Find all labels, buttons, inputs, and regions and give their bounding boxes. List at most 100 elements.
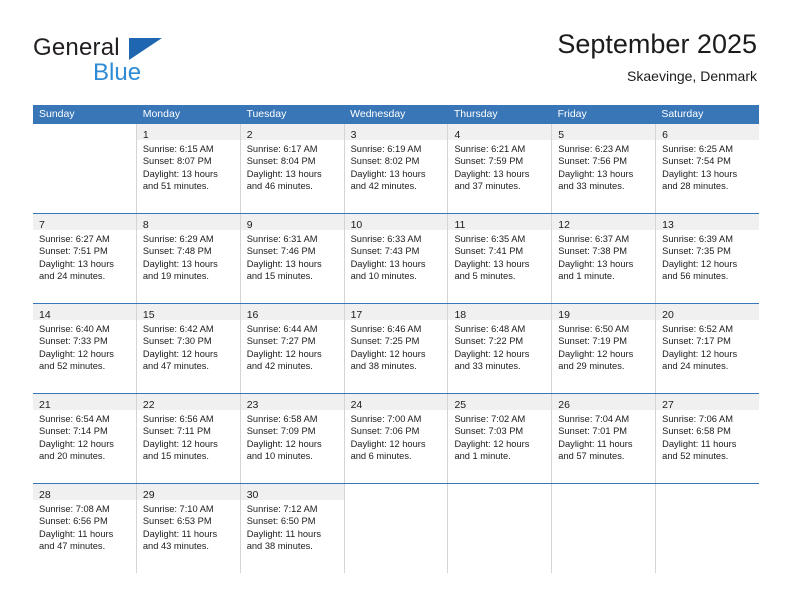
calendar-day-cell[interactable]: 13 Sunrise: 6:39 AM Sunset: 7:35 PM Dayligh…	[656, 214, 760, 303]
daylight-text-line2: and 28 minutes.	[662, 181, 729, 192]
daylight-text-line1: Daylight: 13 hours	[558, 168, 634, 179]
daylight-text-line1: Daylight: 12 hours	[662, 348, 738, 359]
day-number: 17	[350, 309, 363, 321]
daylight-text-line1: Daylight: 12 hours	[454, 348, 530, 359]
sunset-text: Sunset: 8:04 PM	[246, 156, 316, 167]
page-subtitle: Skaevinge, Denmark	[627, 68, 757, 84]
calendar-day-cell[interactable]: 21 Sunrise: 6:54 AM Sunset: 7:14 PM Dayligh…	[33, 394, 137, 483]
daylight-text-line1: Daylight: 12 hours	[350, 348, 426, 359]
weekday-header-saturday: Saturday	[661, 108, 704, 120]
calendar-day-cell[interactable]: 16 Sunrise: 6:44 AM Sunset: 7:27 PM Dayligh…	[240, 304, 345, 393]
calendar-day-cell[interactable]: 23 Sunrise: 6:58 AM Sunset: 7:09 PM Dayligh…	[240, 394, 345, 483]
page-title: September 2025	[557, 29, 757, 59]
day-info: Sunrise: 6:58 AM Sunset: 7:09 PM Daylight:…	[241, 410, 344, 463]
sunrise-text: Sunrise: 6:50 AM	[558, 324, 630, 334]
calendar-day-cell[interactable]: 18 Sunrise: 6:48 AM Sunset: 7:22 PM Dayligh…	[448, 304, 553, 393]
day-number: 18	[454, 309, 467, 321]
day-info: Sunrise: 6:33 AM Sunset: 7:43 PM Daylight:…	[345, 230, 448, 283]
calendar-day-cell[interactable]: 15 Sunrise: 6:42 AM Sunset: 7:30 PM Dayligh…	[136, 304, 241, 393]
calendar-day-cell[interactable]: 25 Sunrise: 7:02 AM Sunset: 7:03 PM Dayligh…	[448, 394, 553, 483]
daylight-text-line1: Daylight: 11 hours	[558, 438, 633, 449]
sunset-text: Sunset: 7:25 PM	[350, 336, 420, 347]
day-info	[656, 500, 759, 503]
calendar-day-cell[interactable]: 4 Sunrise: 6:21 AM Sunset: 7:59 PM Daylight…	[448, 124, 553, 213]
day-info	[552, 500, 655, 503]
calendar-day-cell[interactable]: 5 Sunrise: 6:23 AM Sunset: 7:56 PM Daylight…	[552, 124, 657, 213]
daylight-text-line1: Daylight: 13 hours	[662, 168, 738, 179]
day-number-band: 1	[136, 124, 240, 141]
day-info	[448, 500, 551, 503]
calendar-day-cell[interactable]: 12 Sunrise: 6:37 AM Sunset: 7:38 PM Dayligh…	[552, 214, 657, 303]
daylight-text-line1: Daylight: 12 hours	[454, 438, 530, 449]
calendar-day-cell[interactable]: 9 Sunrise: 6:31 AM Sunset: 7:46 PM Daylight…	[240, 214, 345, 303]
day-number: 9	[246, 219, 253, 231]
daylight-text-line1: Daylight: 12 hours	[246, 438, 322, 449]
day-number: 2	[246, 129, 253, 141]
weekday-header-thursday: Thursday	[453, 108, 498, 120]
day-info: Sunrise: 6:19 AM Sunset: 8:02 PM Daylight:…	[345, 140, 448, 193]
daylight-text-line1: Daylight: 13 hours	[350, 258, 426, 269]
day-number: 19	[558, 309, 570, 321]
day-number: 20	[662, 309, 674, 321]
calendar-day-cell[interactable]: 17 Sunrise: 6:46 AM Sunset: 7:25 PM Dayligh…	[344, 304, 449, 393]
weekday-header-friday: Friday	[557, 108, 587, 120]
calendar-day-cell[interactable]: 2 Sunrise: 6:17 AM Sunset: 8:04 PM Daylight…	[240, 124, 345, 213]
calendar-day-cell[interactable]: 27 Sunrise: 7:06 AM Sunset: 6:58 PM Dayligh…	[656, 394, 760, 483]
calendar-day-cell[interactable]: 19 Sunrise: 6:50 AM Sunset: 7:19 PM Dayligh…	[552, 304, 657, 393]
day-number: 15	[142, 309, 155, 321]
day-number-band: 20	[656, 304, 760, 321]
calendar-week-row: 14 Sunrise: 6:40 AM Sunset: 7:33 PM Dayligh…	[33, 303, 760, 393]
sunset-text: Sunset: 7:14 PM	[39, 426, 108, 437]
calendar-day-cell[interactable]: 1 Sunrise: 6:15 AM Sunset: 8:07 PM Daylight…	[136, 124, 241, 213]
daylight-text-line2: and 1 minute.	[454, 451, 511, 462]
day-info: Sunrise: 6:42 AM Sunset: 7:30 PM Daylight:…	[137, 320, 240, 373]
weekday-header-monday: Monday	[142, 108, 181, 120]
sunrise-text: Sunrise: 6:33 AM	[350, 234, 422, 244]
calendar-day-cell[interactable]: 14 Sunrise: 6:40 AM Sunset: 7:33 PM Dayligh…	[33, 304, 137, 393]
generalblue-logo[interactable]: General Blue	[33, 34, 233, 86]
daylight-text-line1: Daylight: 12 hours	[246, 348, 322, 359]
day-number-band: 6	[656, 124, 760, 141]
sunset-text: Sunset: 7:22 PM	[454, 336, 524, 347]
daylight-text-line1: Daylight: 13 hours	[454, 168, 530, 179]
sunset-text: Sunset: 7:35 PM	[662, 246, 731, 257]
daylight-text-line1: Daylight: 11 hours	[246, 528, 321, 539]
calendar-day-cell-empty	[552, 484, 657, 573]
calendar-day-cell[interactable]: 6 Sunrise: 6:25 AM Sunset: 7:54 PM Daylight…	[656, 124, 760, 213]
day-number-band: 15	[136, 304, 240, 321]
day-info	[345, 500, 448, 503]
day-number: 13	[662, 219, 674, 231]
day-info	[33, 140, 136, 143]
sunset-text: Sunset: 7:43 PM	[350, 246, 420, 257]
daylight-text-line1: Daylight: 11 hours	[39, 528, 114, 539]
calendar-day-cell[interactable]: 30 Sunrise: 7:12 AM Sunset: 6:50 PM Dayligh…	[240, 484, 345, 573]
day-info: Sunrise: 7:08 AM Sunset: 6:56 PM Daylight:…	[33, 500, 136, 553]
daylight-text-line2: and 15 minutes.	[246, 271, 313, 282]
daylight-text-line2: and 42 minutes.	[246, 361, 313, 372]
day-info: Sunrise: 7:00 AM Sunset: 7:06 PM Daylight:…	[345, 410, 448, 463]
calendar-day-cell[interactable]: 24 Sunrise: 7:00 AM Sunset: 7:06 PM Dayligh…	[344, 394, 449, 483]
daylight-text-line2: and 43 minutes.	[142, 541, 210, 552]
day-number-band: 9	[240, 214, 344, 231]
calendar-day-cell[interactable]: 29 Sunrise: 7:10 AM Sunset: 6:53 PM Dayligh…	[136, 484, 241, 573]
day-number-band: 14	[33, 304, 136, 321]
calendar-day-cell[interactable]: 11 Sunrise: 6:35 AM Sunset: 7:41 PM Dayligh…	[448, 214, 553, 303]
calendar-day-cell[interactable]: 8 Sunrise: 6:29 AM Sunset: 7:48 PM Daylight…	[136, 214, 241, 303]
daylight-text-line1: Daylight: 13 hours	[246, 258, 322, 269]
daylight-text-line2: and 15 minutes.	[142, 451, 210, 462]
calendar-day-cell[interactable]: 3 Sunrise: 6:19 AM Sunset: 8:02 PM Daylight…	[344, 124, 449, 213]
calendar-day-cell[interactable]: 28 Sunrise: 7:08 AM Sunset: 6:56 PM Dayligh…	[33, 484, 137, 573]
daylight-text-line2: and 24 minutes.	[662, 361, 729, 372]
sunrise-text: Sunrise: 6:42 AM	[142, 324, 214, 334]
calendar-day-cell[interactable]: 22 Sunrise: 6:56 AM Sunset: 7:11 PM Dayligh…	[136, 394, 241, 483]
sunrise-text: Sunrise: 6:56 AM	[142, 414, 214, 424]
calendar-day-cell[interactable]: 10 Sunrise: 6:33 AM Sunset: 7:43 PM Dayligh…	[344, 214, 449, 303]
calendar-day-cell[interactable]: 7 Sunrise: 6:27 AM Sunset: 7:51 PM Daylight…	[33, 214, 137, 303]
day-number: 12	[558, 219, 570, 231]
sunrise-text: Sunrise: 6:46 AM	[350, 324, 422, 334]
calendar-day-cell[interactable]: 20 Sunrise: 6:52 AM Sunset: 7:17 PM Dayligh…	[656, 304, 760, 393]
day-number-band: 29	[136, 484, 240, 501]
sunset-text: Sunset: 8:07 PM	[142, 156, 212, 167]
sunset-text: Sunset: 6:50 PM	[246, 516, 316, 527]
calendar-day-cell[interactable]: 26 Sunrise: 7:04 AM Sunset: 7:01 PM Dayligh…	[552, 394, 657, 483]
